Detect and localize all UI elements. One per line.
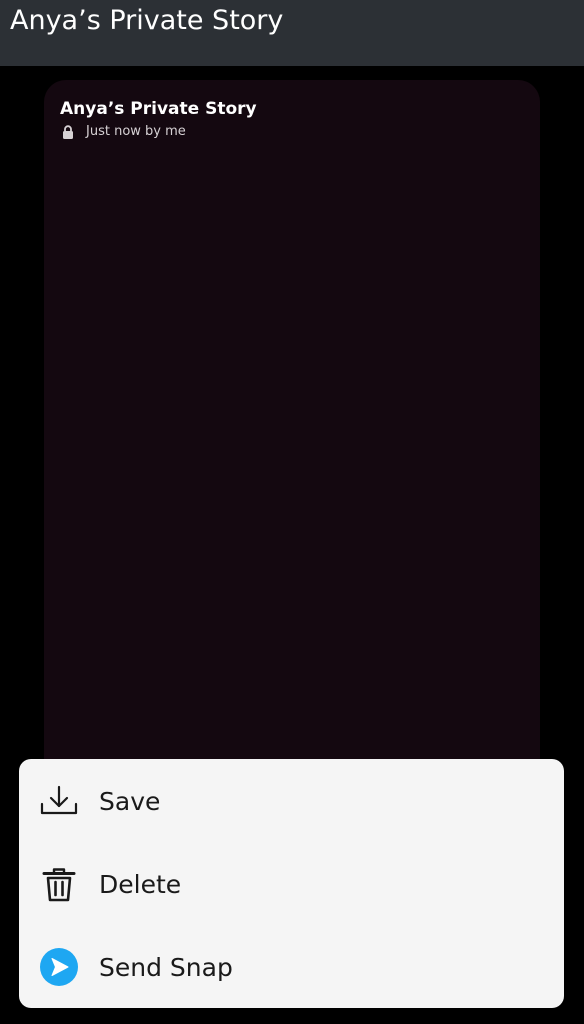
- delete-button[interactable]: Delete: [19, 844, 564, 924]
- page-title: Anya’s Private Story: [10, 5, 284, 36]
- send-snap-button[interactable]: Send Snap: [19, 927, 564, 1007]
- save-label: Save: [99, 786, 161, 816]
- save-button[interactable]: Save: [19, 761, 564, 841]
- story-header: Anya’s Private Story Just now by me: [60, 98, 257, 140]
- send-snap-label: Send Snap: [99, 952, 233, 982]
- story-timestamp: Just now by me: [86, 123, 186, 139]
- lock-icon: [62, 124, 74, 139]
- story-subtitle-row: Just now by me: [60, 122, 257, 140]
- download-icon: [39, 781, 79, 821]
- story-title: Anya’s Private Story: [60, 99, 257, 119]
- delete-label: Delete: [99, 869, 182, 899]
- top-bar: Anya’s Private Story: [0, 0, 584, 66]
- send-icon: [39, 947, 79, 987]
- action-sheet: Save Delete Send Snap: [19, 759, 564, 1008]
- story-preview[interactable]: Anya’s Private Story Just now by me: [44, 80, 540, 780]
- trash-icon: [39, 864, 79, 904]
